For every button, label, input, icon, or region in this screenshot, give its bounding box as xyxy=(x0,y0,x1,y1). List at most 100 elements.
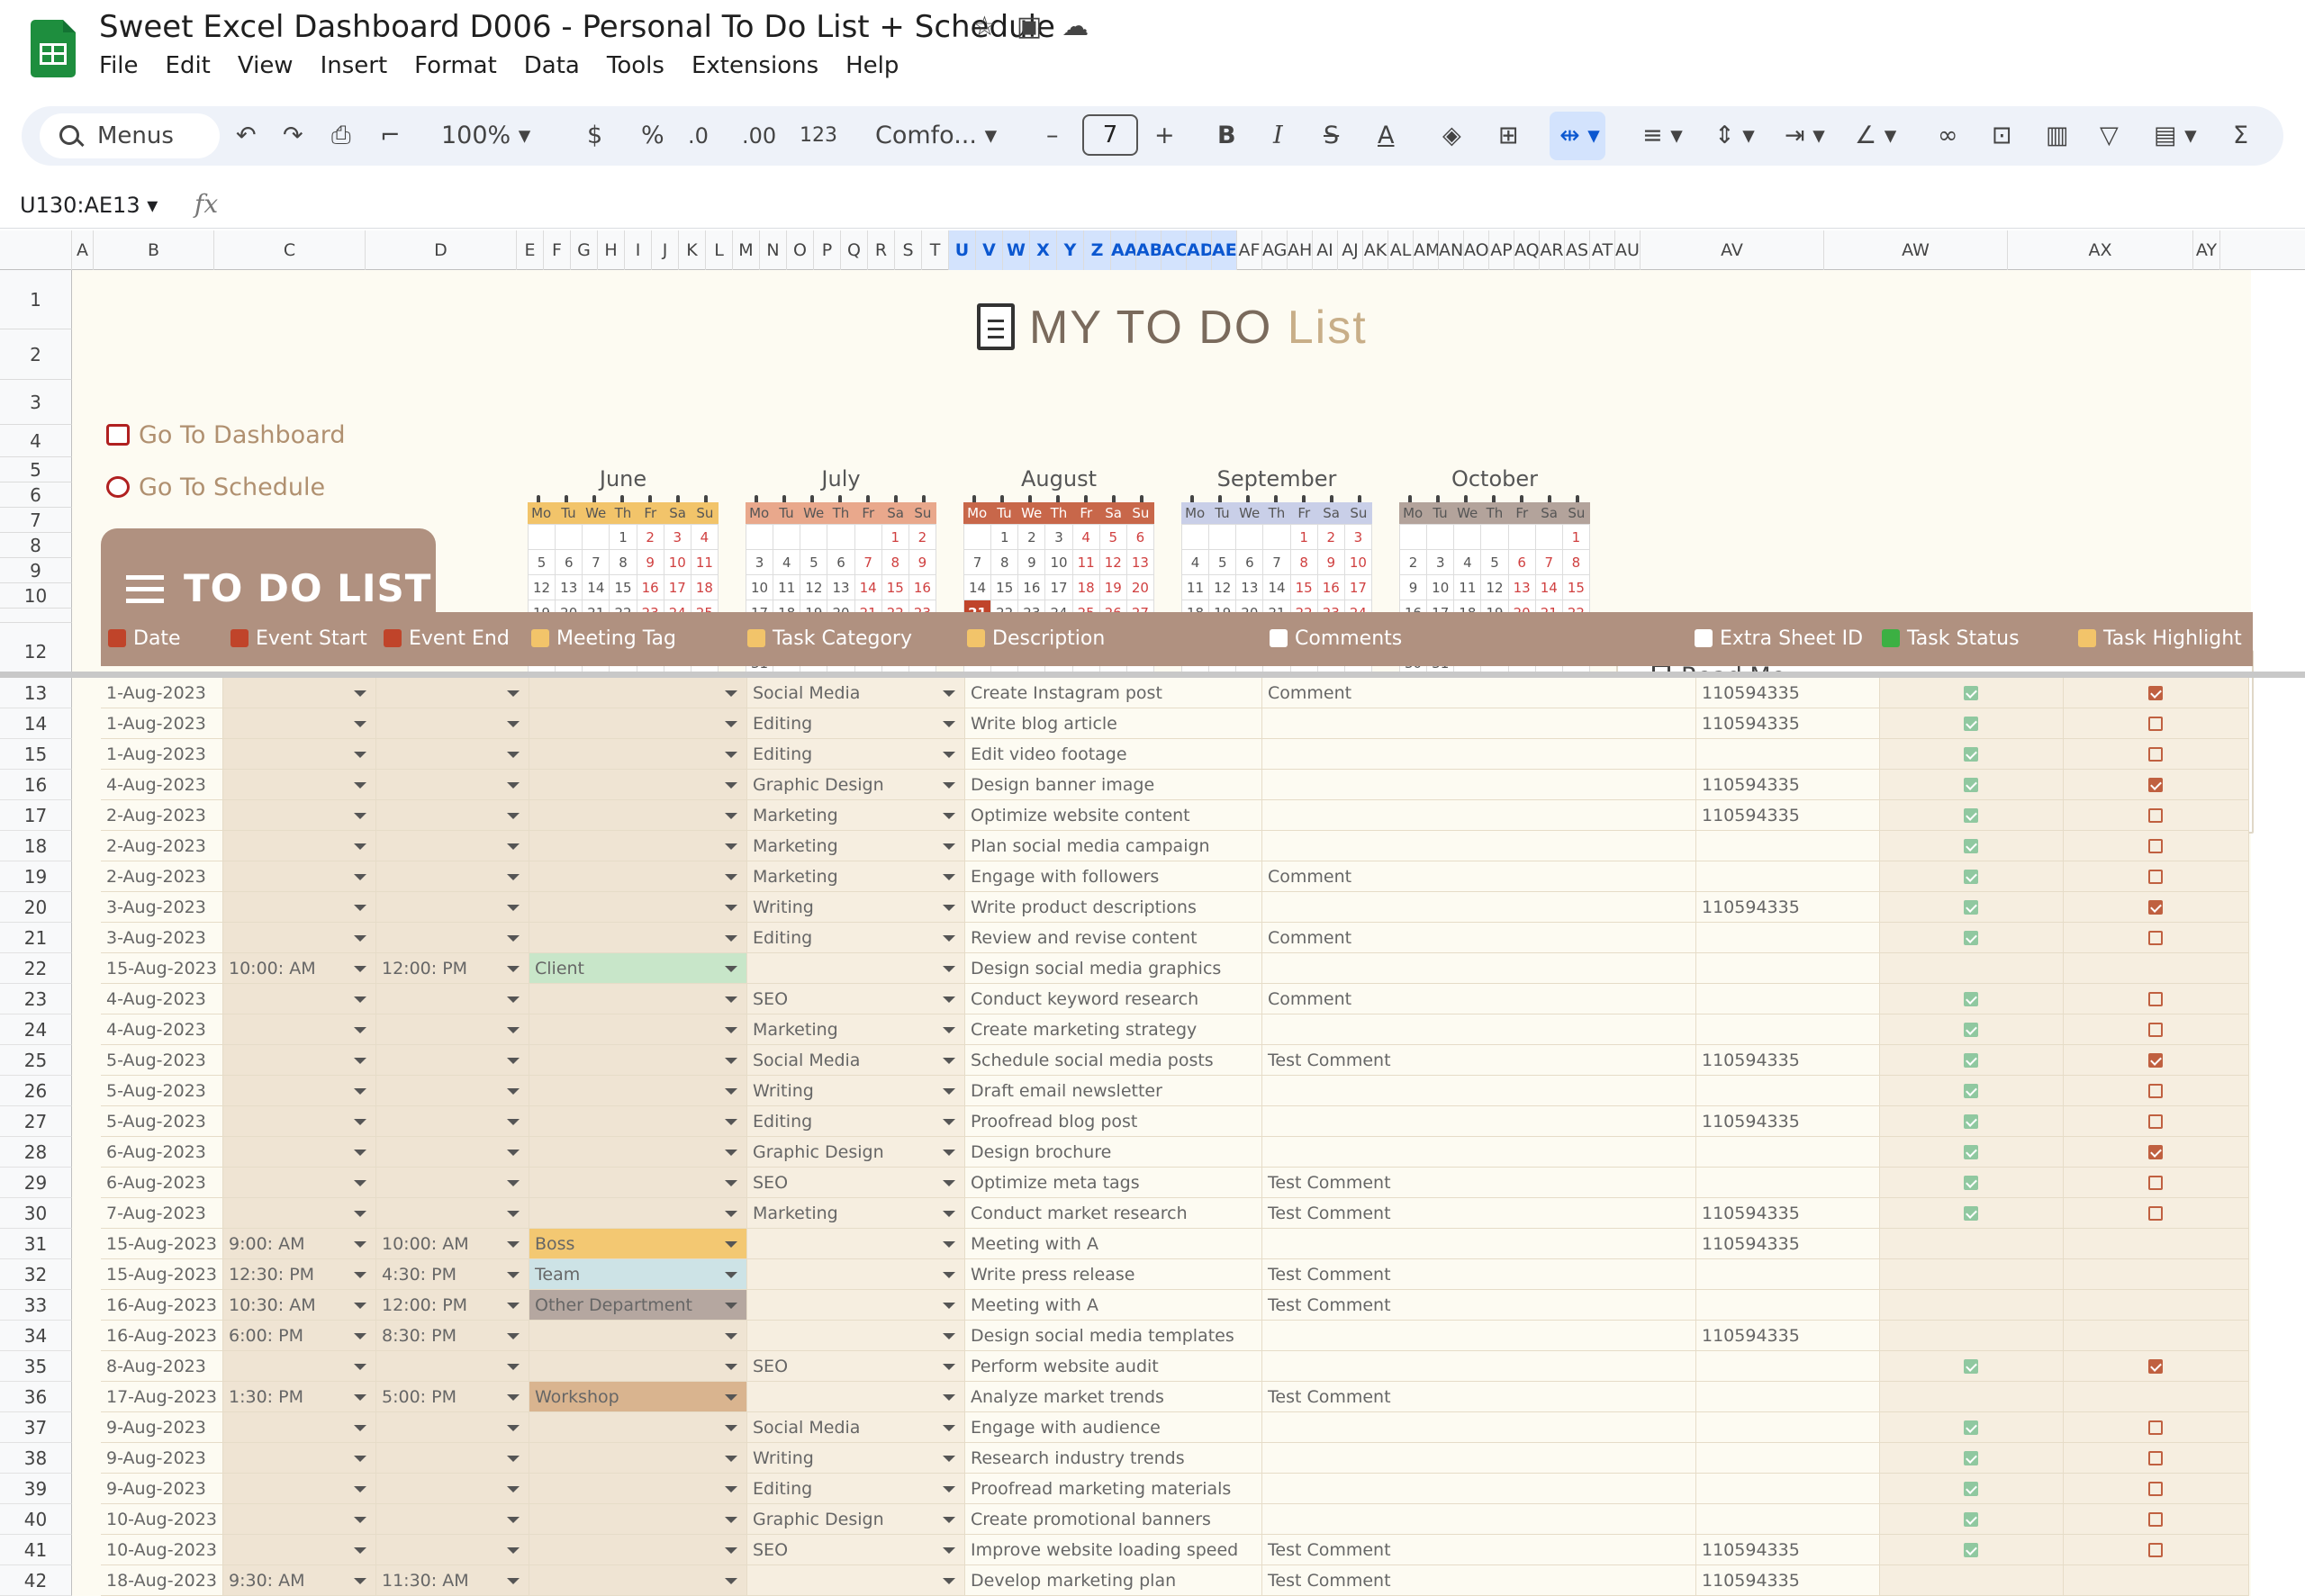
cell-desc[interactable]: Optimize website content xyxy=(965,800,1262,831)
calendar-day[interactable]: 20 xyxy=(1126,575,1154,600)
cell-start[interactable] xyxy=(223,923,376,953)
calendar-day[interactable]: 15 xyxy=(881,575,909,600)
cell-end[interactable] xyxy=(376,1045,529,1076)
row-header[interactable] xyxy=(0,609,72,623)
cell-desc[interactable]: Design banner image xyxy=(965,770,1262,800)
chevron-down-icon[interactable] xyxy=(507,1180,520,1186)
chevron-down-icon[interactable] xyxy=(354,905,366,911)
cell-tag[interactable]: Client xyxy=(529,953,747,984)
checkbox-hl[interactable] xyxy=(2148,1482,2163,1496)
row-header[interactable]: 23 xyxy=(0,984,72,1014)
cell-end[interactable]: 8:30: PM xyxy=(376,1321,529,1351)
column-header-af[interactable]: AF xyxy=(1237,230,1262,270)
calendar-day[interactable]: 12 xyxy=(800,575,828,600)
chevron-down-icon[interactable] xyxy=(507,1272,520,1278)
calendar-day[interactable]: 9 xyxy=(908,550,936,575)
cell-end[interactable] xyxy=(376,1137,529,1168)
cell-com[interactable] xyxy=(1262,1504,1696,1535)
column-header-u[interactable]: U xyxy=(949,230,976,270)
cell-tag[interactable] xyxy=(529,831,747,861)
cell-hl[interactable] xyxy=(2064,1290,2249,1321)
print-icon[interactable]: ⎙ xyxy=(331,106,351,166)
checkbox-hl[interactable] xyxy=(2148,1512,2163,1527)
column-header-ao[interactable]: AO xyxy=(1464,230,1489,270)
column-header-j[interactable]: J xyxy=(652,230,679,270)
calendar-day[interactable]: 15 xyxy=(1562,575,1590,600)
cell-status[interactable] xyxy=(1880,1259,2064,1290)
cell-hl[interactable] xyxy=(2064,708,2249,739)
calendar-day[interactable]: 4 xyxy=(691,525,719,550)
cell-status[interactable] xyxy=(1880,1290,2064,1321)
cell-desc[interactable]: Write blog article xyxy=(965,708,1262,739)
cell-id[interactable] xyxy=(1696,923,1880,953)
chevron-down-icon[interactable] xyxy=(725,690,737,697)
cell-id[interactable] xyxy=(1696,1504,1880,1535)
calendar-day[interactable]: 3 xyxy=(1427,550,1455,575)
cell-end[interactable] xyxy=(376,1412,529,1443)
calendar-day[interactable]: 13 xyxy=(556,575,583,600)
chevron-down-icon[interactable] xyxy=(943,874,955,880)
chevron-down-icon[interactable] xyxy=(354,1456,366,1462)
cell-desc[interactable]: Proofread marketing materials xyxy=(965,1474,1262,1504)
cell-end[interactable] xyxy=(376,1198,529,1229)
search-menus[interactable]: Menus xyxy=(40,113,220,158)
column-header-av[interactable]: AV xyxy=(1641,230,1824,270)
calendar-day[interactable]: 4 xyxy=(1182,550,1210,575)
cell-com[interactable] xyxy=(1262,1106,1696,1137)
cell-date[interactable]: 16-Aug-2023 xyxy=(101,1290,223,1321)
chevron-down-icon[interactable] xyxy=(507,843,520,850)
cell-cat[interactable]: Editing xyxy=(747,1106,965,1137)
cell-hl[interactable] xyxy=(2064,1382,2249,1412)
cell-end[interactable] xyxy=(376,984,529,1014)
chevron-down-icon[interactable] xyxy=(725,1425,737,1431)
calendar-day[interactable]: 11 xyxy=(1182,575,1210,600)
cell-end[interactable] xyxy=(376,800,529,831)
cell-tag[interactable] xyxy=(529,1504,747,1535)
calendar-day[interactable]: 16 xyxy=(1317,575,1345,600)
menu-extensions[interactable]: Extensions xyxy=(692,52,818,79)
column-header-ad[interactable]: AD xyxy=(1187,230,1212,270)
cell-date[interactable]: 10-Aug-2023 xyxy=(101,1504,223,1535)
cell-date[interactable]: 4-Aug-2023 xyxy=(101,984,223,1014)
chevron-down-icon[interactable] xyxy=(943,1272,955,1278)
chevron-down-icon[interactable] xyxy=(943,782,955,789)
cell-id[interactable] xyxy=(1696,1443,1880,1474)
row-header[interactable]: 32 xyxy=(0,1259,72,1290)
calendar-day[interactable]: 10 xyxy=(664,550,692,575)
calendar-day[interactable]: 7 xyxy=(1535,550,1563,575)
cell-tag[interactable] xyxy=(529,861,747,892)
chevron-down-icon[interactable] xyxy=(943,1088,955,1095)
row-header[interactable]: 37 xyxy=(0,1412,72,1443)
cell-status[interactable] xyxy=(1880,708,2064,739)
chevron-down-icon[interactable] xyxy=(725,843,737,850)
chevron-down-icon[interactable] xyxy=(354,874,366,880)
insert-link-icon[interactable]: ∞ xyxy=(1938,106,1958,166)
cell-cat[interactable] xyxy=(747,1321,965,1351)
cell-date[interactable]: 6-Aug-2023 xyxy=(101,1137,223,1168)
cell-status[interactable] xyxy=(1880,1321,2064,1351)
cell-date[interactable]: 2-Aug-2023 xyxy=(101,861,223,892)
chevron-down-icon[interactable] xyxy=(354,1119,366,1125)
cell-desc[interactable]: Analyze market trends xyxy=(965,1382,1262,1412)
cell-hl[interactable] xyxy=(2064,1565,2249,1596)
column-header-k[interactable]: K xyxy=(679,230,706,270)
row-header[interactable]: 19 xyxy=(0,861,72,892)
cell-end[interactable] xyxy=(376,1076,529,1106)
cell-status[interactable] xyxy=(1880,1198,2064,1229)
frozen-divider[interactable] xyxy=(0,672,2305,678)
row-header[interactable]: 31 xyxy=(0,1229,72,1259)
calendar-day[interactable] xyxy=(1481,525,1509,550)
strikethrough-icon[interactable]: S xyxy=(1324,106,1339,166)
cell-date[interactable]: 5-Aug-2023 xyxy=(101,1076,223,1106)
cell-tag[interactable] xyxy=(529,770,747,800)
percent-button[interactable]: % xyxy=(641,106,664,166)
column-header-s[interactable]: S xyxy=(895,230,922,270)
column-header-f[interactable]: F xyxy=(544,230,571,270)
cell-end[interactable] xyxy=(376,1535,529,1565)
row-header[interactable]: 26 xyxy=(0,1076,72,1106)
cell-cat[interactable]: Editing xyxy=(747,708,965,739)
chevron-down-icon[interactable] xyxy=(354,721,366,727)
cell-tag[interactable] xyxy=(529,1076,747,1106)
chevron-down-icon[interactable] xyxy=(943,1027,955,1033)
cell-com[interactable] xyxy=(1262,831,1696,861)
